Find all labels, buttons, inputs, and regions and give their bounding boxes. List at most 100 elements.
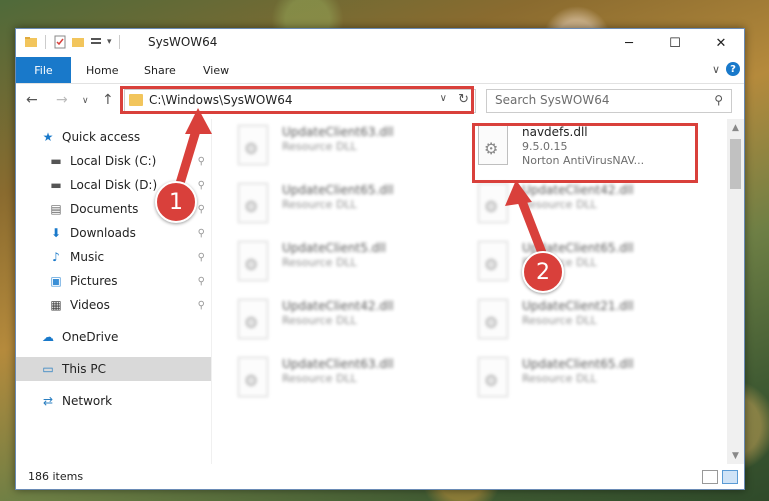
navigation-pane: ★ Quick access ▬ Local Disk (C:) ⚲ ▬ Loc… (16, 119, 211, 464)
dll-file-icon: ⚙ (476, 241, 510, 283)
sidebar-item-this-pc[interactable]: ▭ This PC (16, 357, 211, 381)
sidebar-item-label: OneDrive (62, 330, 119, 344)
chevron-down-icon[interactable]: ▾ (107, 37, 112, 47)
search-box[interactable]: Search SysWOW64 ⚲ (486, 89, 732, 113)
sidebar-item-label: Videos (70, 298, 110, 312)
file-type: Resource DLL (282, 256, 357, 269)
sidebar-item-quick-access[interactable]: ★ Quick access (16, 125, 211, 149)
music-icon: ♪ (52, 250, 60, 264)
search-icon: ⚲ (714, 93, 723, 107)
new-folder-icon[interactable] (71, 35, 85, 49)
sidebar-item-local-disk-c[interactable]: ▬ Local Disk (C:) ⚲ (16, 149, 211, 173)
folder-icon (25, 37, 37, 47)
sidebar-item-label: Local Disk (C:) (70, 154, 157, 168)
callout-2: 2 (522, 251, 564, 293)
dll-file-icon: ⚙ (236, 183, 270, 225)
scroll-thumb[interactable] (730, 139, 741, 189)
customize-toolbar-icon[interactable] (89, 35, 103, 49)
window-title: SysWOW64 (148, 35, 218, 49)
tab-share[interactable]: Share (144, 57, 176, 83)
pin-icon: ⚲ (197, 179, 205, 191)
details-view-icon[interactable] (702, 470, 718, 484)
file-type: Resource DLL (282, 140, 357, 153)
dll-file-icon: ⚙ (476, 357, 510, 399)
pin-icon: ⚲ (197, 227, 205, 239)
recent-locations-button[interactable]: ∨ (82, 96, 89, 106)
sidebar-item-downloads[interactable]: ⬇ Downloads ⚲ (16, 221, 211, 245)
file-item[interactable]: ⚙ UpdateClient65.dll Resource DLL (476, 241, 716, 293)
help-icon[interactable]: ? (726, 62, 740, 76)
pin-icon: ⚲ (197, 275, 205, 287)
sidebar-item-label: Network (62, 394, 113, 408)
sidebar-item-label: Music (70, 250, 105, 264)
item-count: 186 items (28, 470, 84, 483)
dll-file-icon: ⚙ (476, 299, 510, 341)
file-item[interactable]: ⚙ UpdateClient63.dll Resource DLL (236, 357, 476, 409)
file-type: Resource DLL (282, 314, 357, 327)
documents-icon: ▤ (50, 202, 62, 216)
callout-1: 1 (155, 181, 197, 223)
sidebar-item-label: Pictures (70, 274, 118, 288)
file-type: Resource DLL (282, 198, 357, 211)
file-type: Resource DLL (282, 372, 357, 385)
maximize-button[interactable]: ☐ (652, 29, 698, 57)
file-name: UpdateClient65.dll (522, 357, 634, 371)
ribbon-tabs: File Home Share View ∨ ? (16, 57, 744, 84)
toolbar-divider (45, 35, 46, 49)
pin-icon: ⚲ (197, 299, 205, 311)
large-icons-view-icon[interactable] (722, 470, 738, 484)
computer-icon: ▭ (42, 362, 54, 376)
file-item[interactable]: ⚙ UpdateClient5.dll Resource DLL (236, 241, 476, 293)
sidebar-item-music[interactable]: ♪ Music ⚲ (16, 245, 211, 269)
sidebar-item-label: Quick access (62, 130, 141, 144)
minimize-button[interactable]: ─ (606, 29, 652, 57)
forward-button[interactable]: → (56, 92, 68, 108)
sidebar-item-label: Downloads (70, 226, 136, 240)
pin-icon: ⚲ (197, 203, 205, 215)
close-button[interactable]: ✕ (698, 29, 744, 57)
tab-home[interactable]: Home (86, 57, 118, 83)
pin-icon: ⚲ (197, 251, 205, 263)
dll-file-icon: ⚙ (236, 299, 270, 341)
file-name: UpdateClient42.dll (282, 299, 394, 313)
tab-view[interactable]: View (203, 57, 229, 83)
cloud-icon: ☁ (42, 330, 54, 344)
vertical-scrollbar[interactable]: ▲ ▼ (727, 119, 744, 464)
expand-ribbon-icon[interactable]: ∨ (712, 63, 720, 76)
sidebar-item-videos[interactable]: ▦ Videos ⚲ (16, 293, 211, 317)
title-bar: ▾ SysWOW64 ─ ☐ ✕ (16, 29, 744, 57)
file-item[interactable]: ⚙ UpdateClient65.dll Resource DLL (476, 357, 716, 409)
scroll-up-icon[interactable]: ▲ (727, 119, 744, 136)
file-name: UpdateClient63.dll (282, 125, 394, 139)
properties-icon[interactable] (53, 35, 67, 49)
file-name: UpdateClient42.dll (522, 183, 634, 197)
quick-access-toolbar: ▾ (24, 35, 123, 49)
toolbar-divider (118, 35, 120, 49)
file-name: UpdateClient21.dll (522, 299, 634, 313)
file-item[interactable]: ⚙ UpdateClient42.dll Resource DLL (476, 183, 716, 235)
file-item[interactable]: ⚙ UpdateClient63.dll Resource DLL (236, 125, 476, 177)
back-button[interactable]: ← (26, 92, 38, 108)
file-item[interactable]: ⚙ UpdateClient42.dll Resource DLL (236, 299, 476, 351)
dll-file-icon: ⚙ (236, 357, 270, 399)
dll-file-icon: ⚙ (236, 125, 270, 167)
scroll-down-icon[interactable]: ▼ (727, 447, 744, 464)
file-item[interactable]: ⚙ UpdateClient21.dll Resource DLL (476, 299, 716, 351)
file-name: UpdateClient5.dll (282, 241, 386, 255)
sidebar-item-onedrive[interactable]: ☁ OneDrive (16, 325, 211, 349)
network-icon: ⇄ (42, 394, 54, 408)
search-input[interactable]: Search SysWOW64 (495, 93, 609, 107)
tab-file[interactable]: File (16, 57, 71, 83)
sidebar-item-label: Local Disk (D:) (70, 178, 158, 192)
file-name: UpdateClient65.dll (282, 183, 394, 197)
drive-icon: ▬ (50, 154, 62, 168)
file-type: Resource DLL (522, 198, 597, 211)
sidebar-item-label: This PC (62, 362, 106, 376)
file-item[interactable]: ⚙ UpdateClient65.dll Resource DLL (236, 183, 476, 235)
up-button[interactable]: ↑ (102, 92, 114, 108)
sidebar-item-pictures[interactable]: ▣ Pictures ⚲ (16, 269, 211, 293)
file-type: Resource DLL (522, 372, 597, 385)
ribbon-controls: ∨ ? (712, 62, 740, 76)
star-icon: ★ (42, 130, 54, 144)
sidebar-item-network[interactable]: ⇄ Network (16, 389, 211, 413)
